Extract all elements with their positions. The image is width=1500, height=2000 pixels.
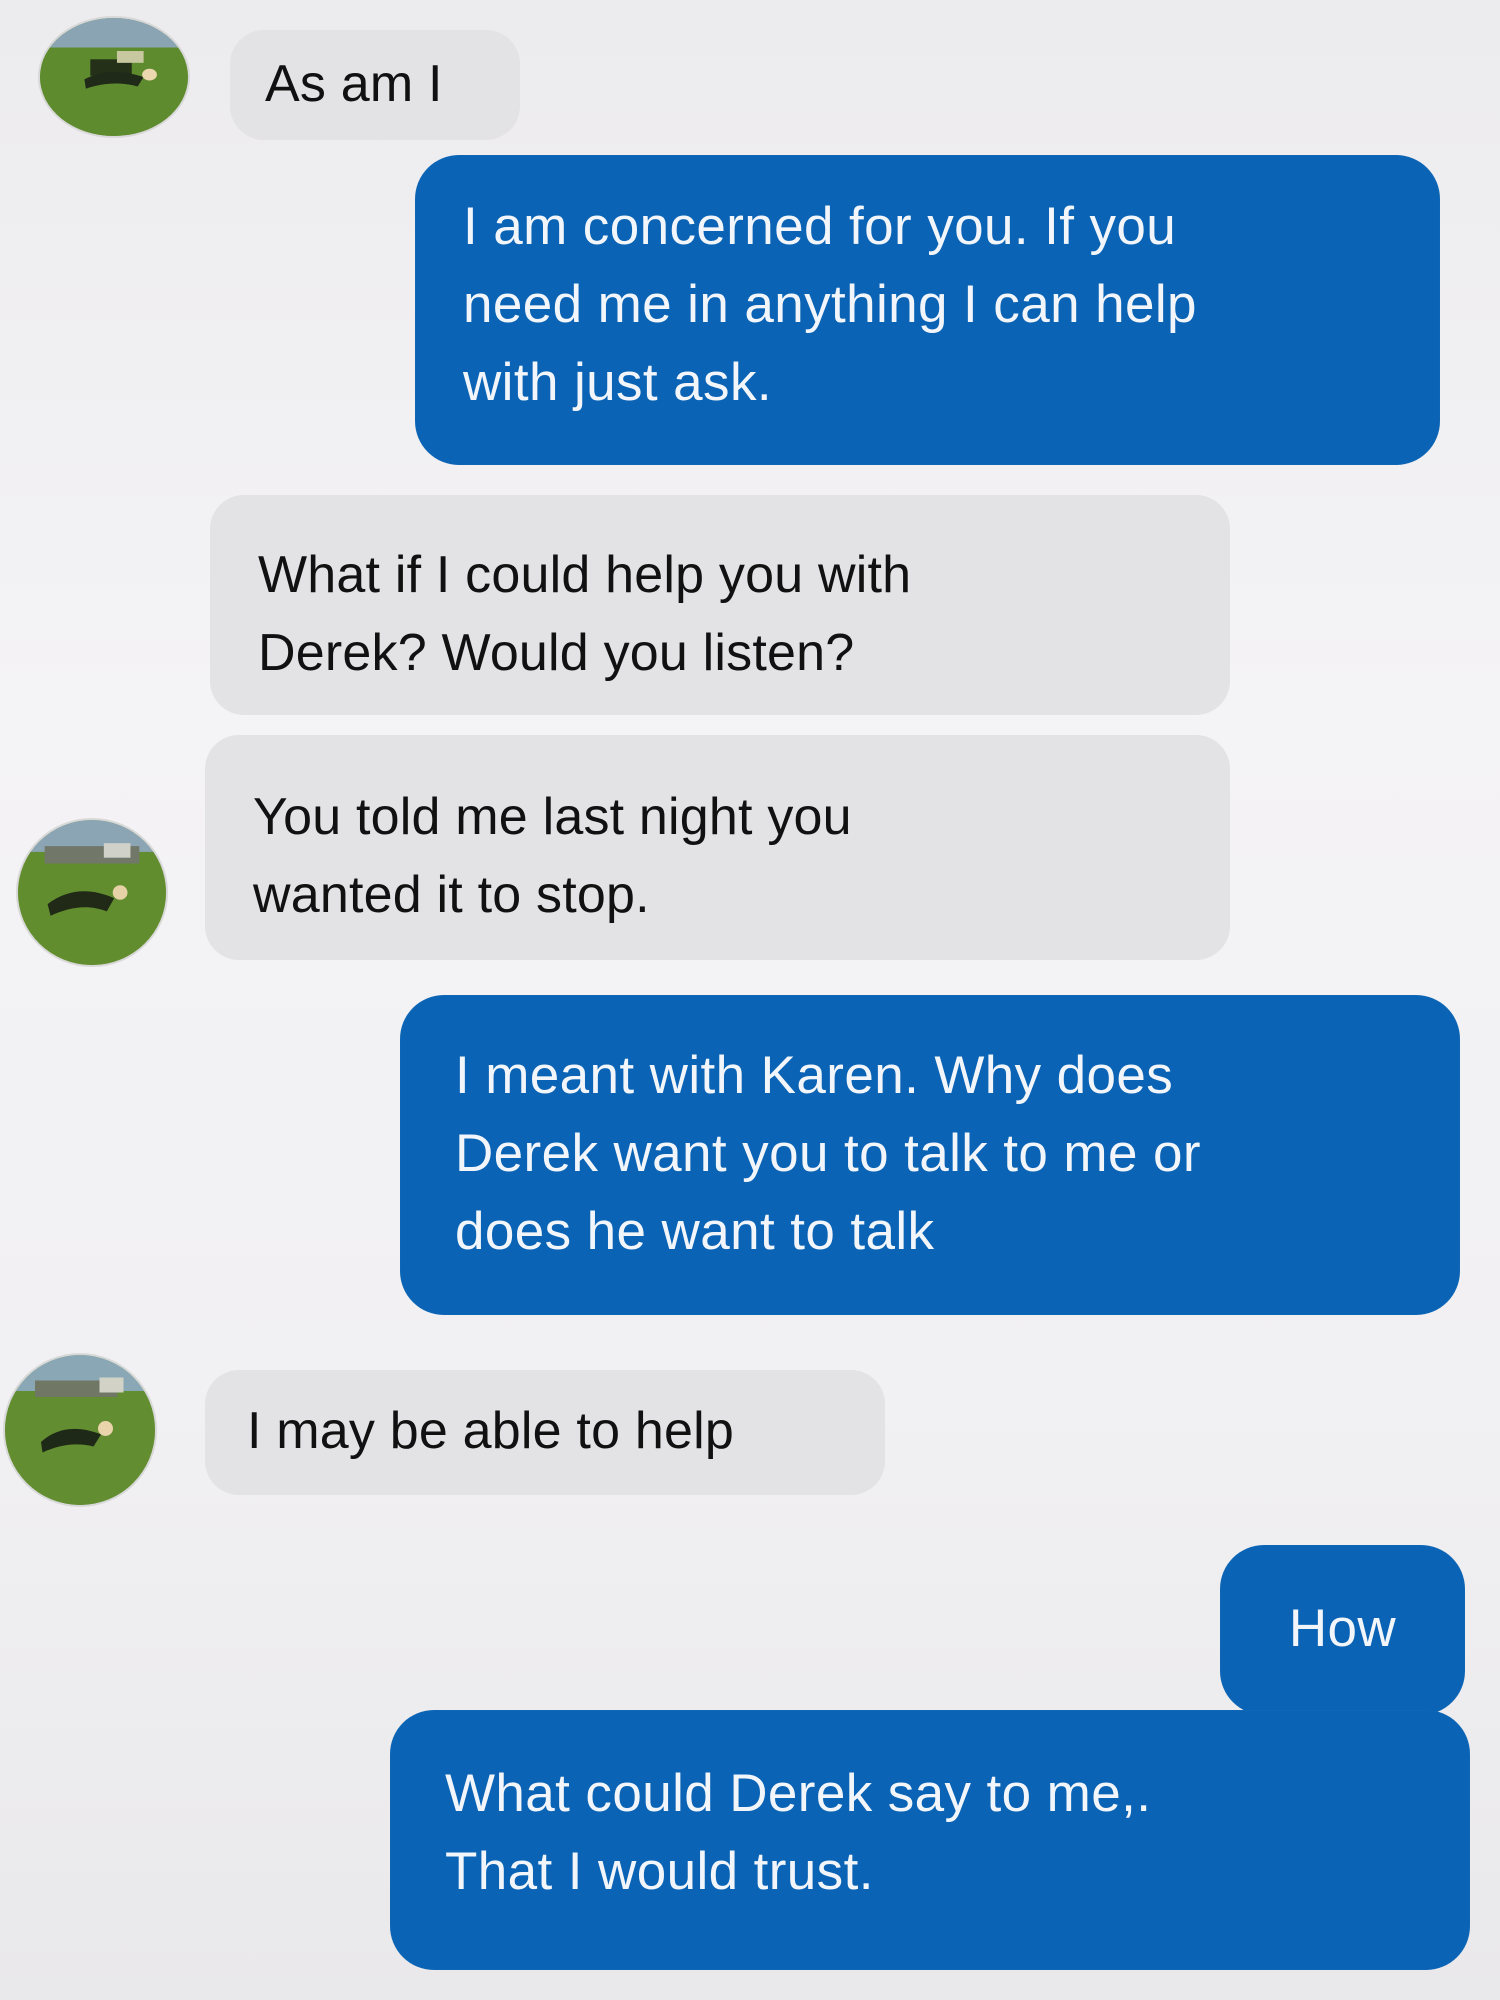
message-text: What if I could help you with Derek? Wou… [258,546,912,682]
incoming-message-bubble: I may be able to help [205,1370,885,1495]
message-text: You told me last night you wanted it to … [253,788,852,924]
message-text: What could Derek say to me,. That I woul… [445,1764,1152,1901]
outgoing-message-bubble: How [1220,1545,1465,1715]
outgoing-message-bubble: I meant with Karen. Why does Derek want … [400,995,1460,1315]
message-text: As am I [265,55,443,113]
message-text: I am concerned for you. If you need me i… [463,197,1197,412]
outgoing-message-bubble: What could Derek say to me,. That I woul… [390,1710,1470,1970]
message-text: I meant with Karen. Why does Derek want … [455,1046,1201,1261]
avatar[interactable] [40,18,188,136]
message-text: I may be able to help [247,1402,734,1460]
message-text: How [1288,1599,1397,1658]
incoming-message-bubble: As am I [230,30,520,140]
avatar[interactable] [5,1355,155,1505]
incoming-message-bubble: You told me last night you wanted it to … [205,735,1230,960]
incoming-message-bubble: What if I could help you with Derek? Wou… [210,495,1230,715]
avatar[interactable] [18,820,166,965]
message-thread: As am I I am concerned for you. If you n… [0,0,1500,2000]
outgoing-message-bubble: I am concerned for you. If you need me i… [415,155,1440,465]
